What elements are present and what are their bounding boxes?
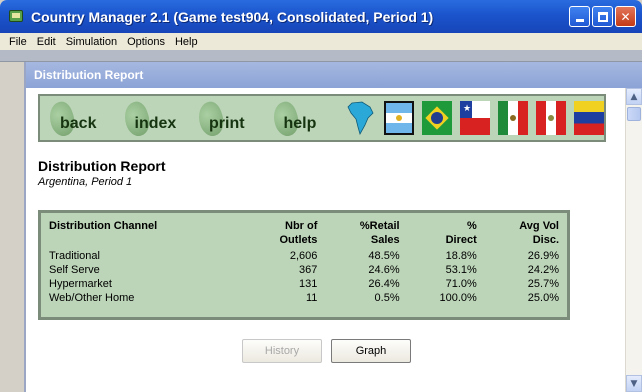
window-title: Country Manager 2.1 (Game test904, Conso… [31, 8, 434, 25]
vol-disc-value: 26.9% [527, 250, 559, 262]
back-button[interactable]: back [45, 96, 115, 140]
app-icon [8, 8, 25, 25]
toolbar-strip [0, 50, 642, 62]
channel-name: Web/Other Home [49, 292, 135, 304]
direct-value: 71.0% [445, 278, 477, 290]
col-header-outlets: Nbr of Outlets [279, 220, 318, 246]
venezuela-flag-icon[interactable] [574, 101, 604, 135]
retail-sales-value: 24.6% [368, 264, 400, 276]
channel-name: Self Serve [49, 264, 100, 276]
retail-sales-value: 0.5% [374, 292, 400, 304]
vol-disc-value: 25.0% [527, 292, 559, 304]
direct-value: 100.0% [439, 292, 477, 304]
navigation-bar: back index print help ★ [38, 94, 606, 142]
direct-value: 53.1% [445, 264, 477, 276]
menu-help[interactable]: Help [170, 36, 203, 48]
index-label: index [134, 115, 177, 132]
direct-value: 18.8% [445, 250, 477, 262]
print-label: print [209, 115, 245, 132]
back-label: back [60, 115, 97, 132]
vol-disc-value: 25.7% [527, 278, 559, 290]
table-row: Self Serve 367 24.6% 53.1% 24.2% [49, 263, 559, 277]
report-subtitle: Argentina, Period 1 [38, 176, 133, 188]
report-title: Distribution Report [38, 158, 166, 174]
outlets-value: 367 [299, 264, 318, 276]
index-button[interactable]: index [119, 96, 190, 140]
menu-simulation[interactable]: Simulation [61, 36, 122, 48]
retail-sales-value: 26.4% [368, 278, 400, 290]
menu-options[interactable]: Options [122, 36, 170, 48]
mexico-flag-icon[interactable] [498, 101, 528, 135]
vol-disc-value: 24.2% [527, 264, 559, 276]
help-button[interactable]: help [268, 96, 339, 140]
south-america-map-icon[interactable] [346, 101, 376, 136]
menu-file[interactable]: File [4, 36, 32, 48]
minimize-button[interactable] [569, 6, 590, 27]
col-header-vol-disc: Avg Vol Disc. [519, 220, 559, 246]
table-row: Traditional 2,606 48.5% 18.8% 26.9% [49, 249, 559, 263]
distribution-report-window: Distribution Report back index print hel… [24, 62, 642, 392]
col-header-channel: Distribution Channel [49, 220, 158, 232]
outlets-value: 2,606 [289, 250, 318, 262]
vertical-scrollbar[interactable]: ▲ ▼ [625, 88, 642, 392]
peru-flag-icon[interactable] [536, 101, 566, 135]
table-header-row: Distribution Channel Nbr of Outlets %Reta… [49, 219, 559, 249]
chevron-up-icon: ▲ [630, 91, 638, 102]
chile-flag-icon[interactable]: ★ [460, 101, 490, 135]
close-icon: ✕ [620, 9, 631, 24]
scroll-down-button[interactable]: ▼ [626, 375, 642, 392]
retail-sales-value: 48.5% [368, 250, 400, 262]
title-bar: Country Manager 2.1 (Game test904, Conso… [0, 0, 642, 33]
scroll-up-button[interactable]: ▲ [626, 88, 642, 105]
col-header-direct: % Direct [445, 220, 477, 246]
menu-edit[interactable]: Edit [32, 36, 61, 48]
argentina-flag-icon[interactable] [384, 101, 414, 135]
brazil-flag-icon[interactable] [422, 101, 452, 135]
print-button[interactable]: print [194, 96, 264, 140]
maximize-icon [597, 11, 608, 22]
close-button[interactable]: ✕ [615, 6, 636, 27]
minimize-icon [575, 19, 584, 22]
channel-name: Traditional [49, 250, 100, 262]
scroll-thumb[interactable] [627, 107, 641, 121]
inner-window-title: Distribution Report [26, 62, 642, 88]
graph-button[interactable]: Graph [331, 339, 411, 363]
channel-name: Hypermarket [49, 278, 112, 290]
chevron-down-icon: ▼ [630, 378, 638, 389]
menu-bar: File Edit Simulation Options Help [0, 33, 642, 50]
table-row: Hypermarket 131 26.4% 71.0% 25.7% [49, 277, 559, 291]
history-button[interactable]: History [242, 339, 322, 363]
table-row: Web/Other Home 11 0.5% 100.0% 25.0% [49, 291, 559, 305]
col-header-retail-sales: %Retail Sales [359, 220, 400, 246]
outlets-value: 131 [299, 278, 318, 290]
maximize-button[interactable] [592, 6, 613, 27]
outlets-value: 11 [305, 292, 318, 304]
help-label: help [283, 115, 317, 132]
distribution-table: Distribution Channel Nbr of Outlets %Reta… [38, 210, 570, 320]
